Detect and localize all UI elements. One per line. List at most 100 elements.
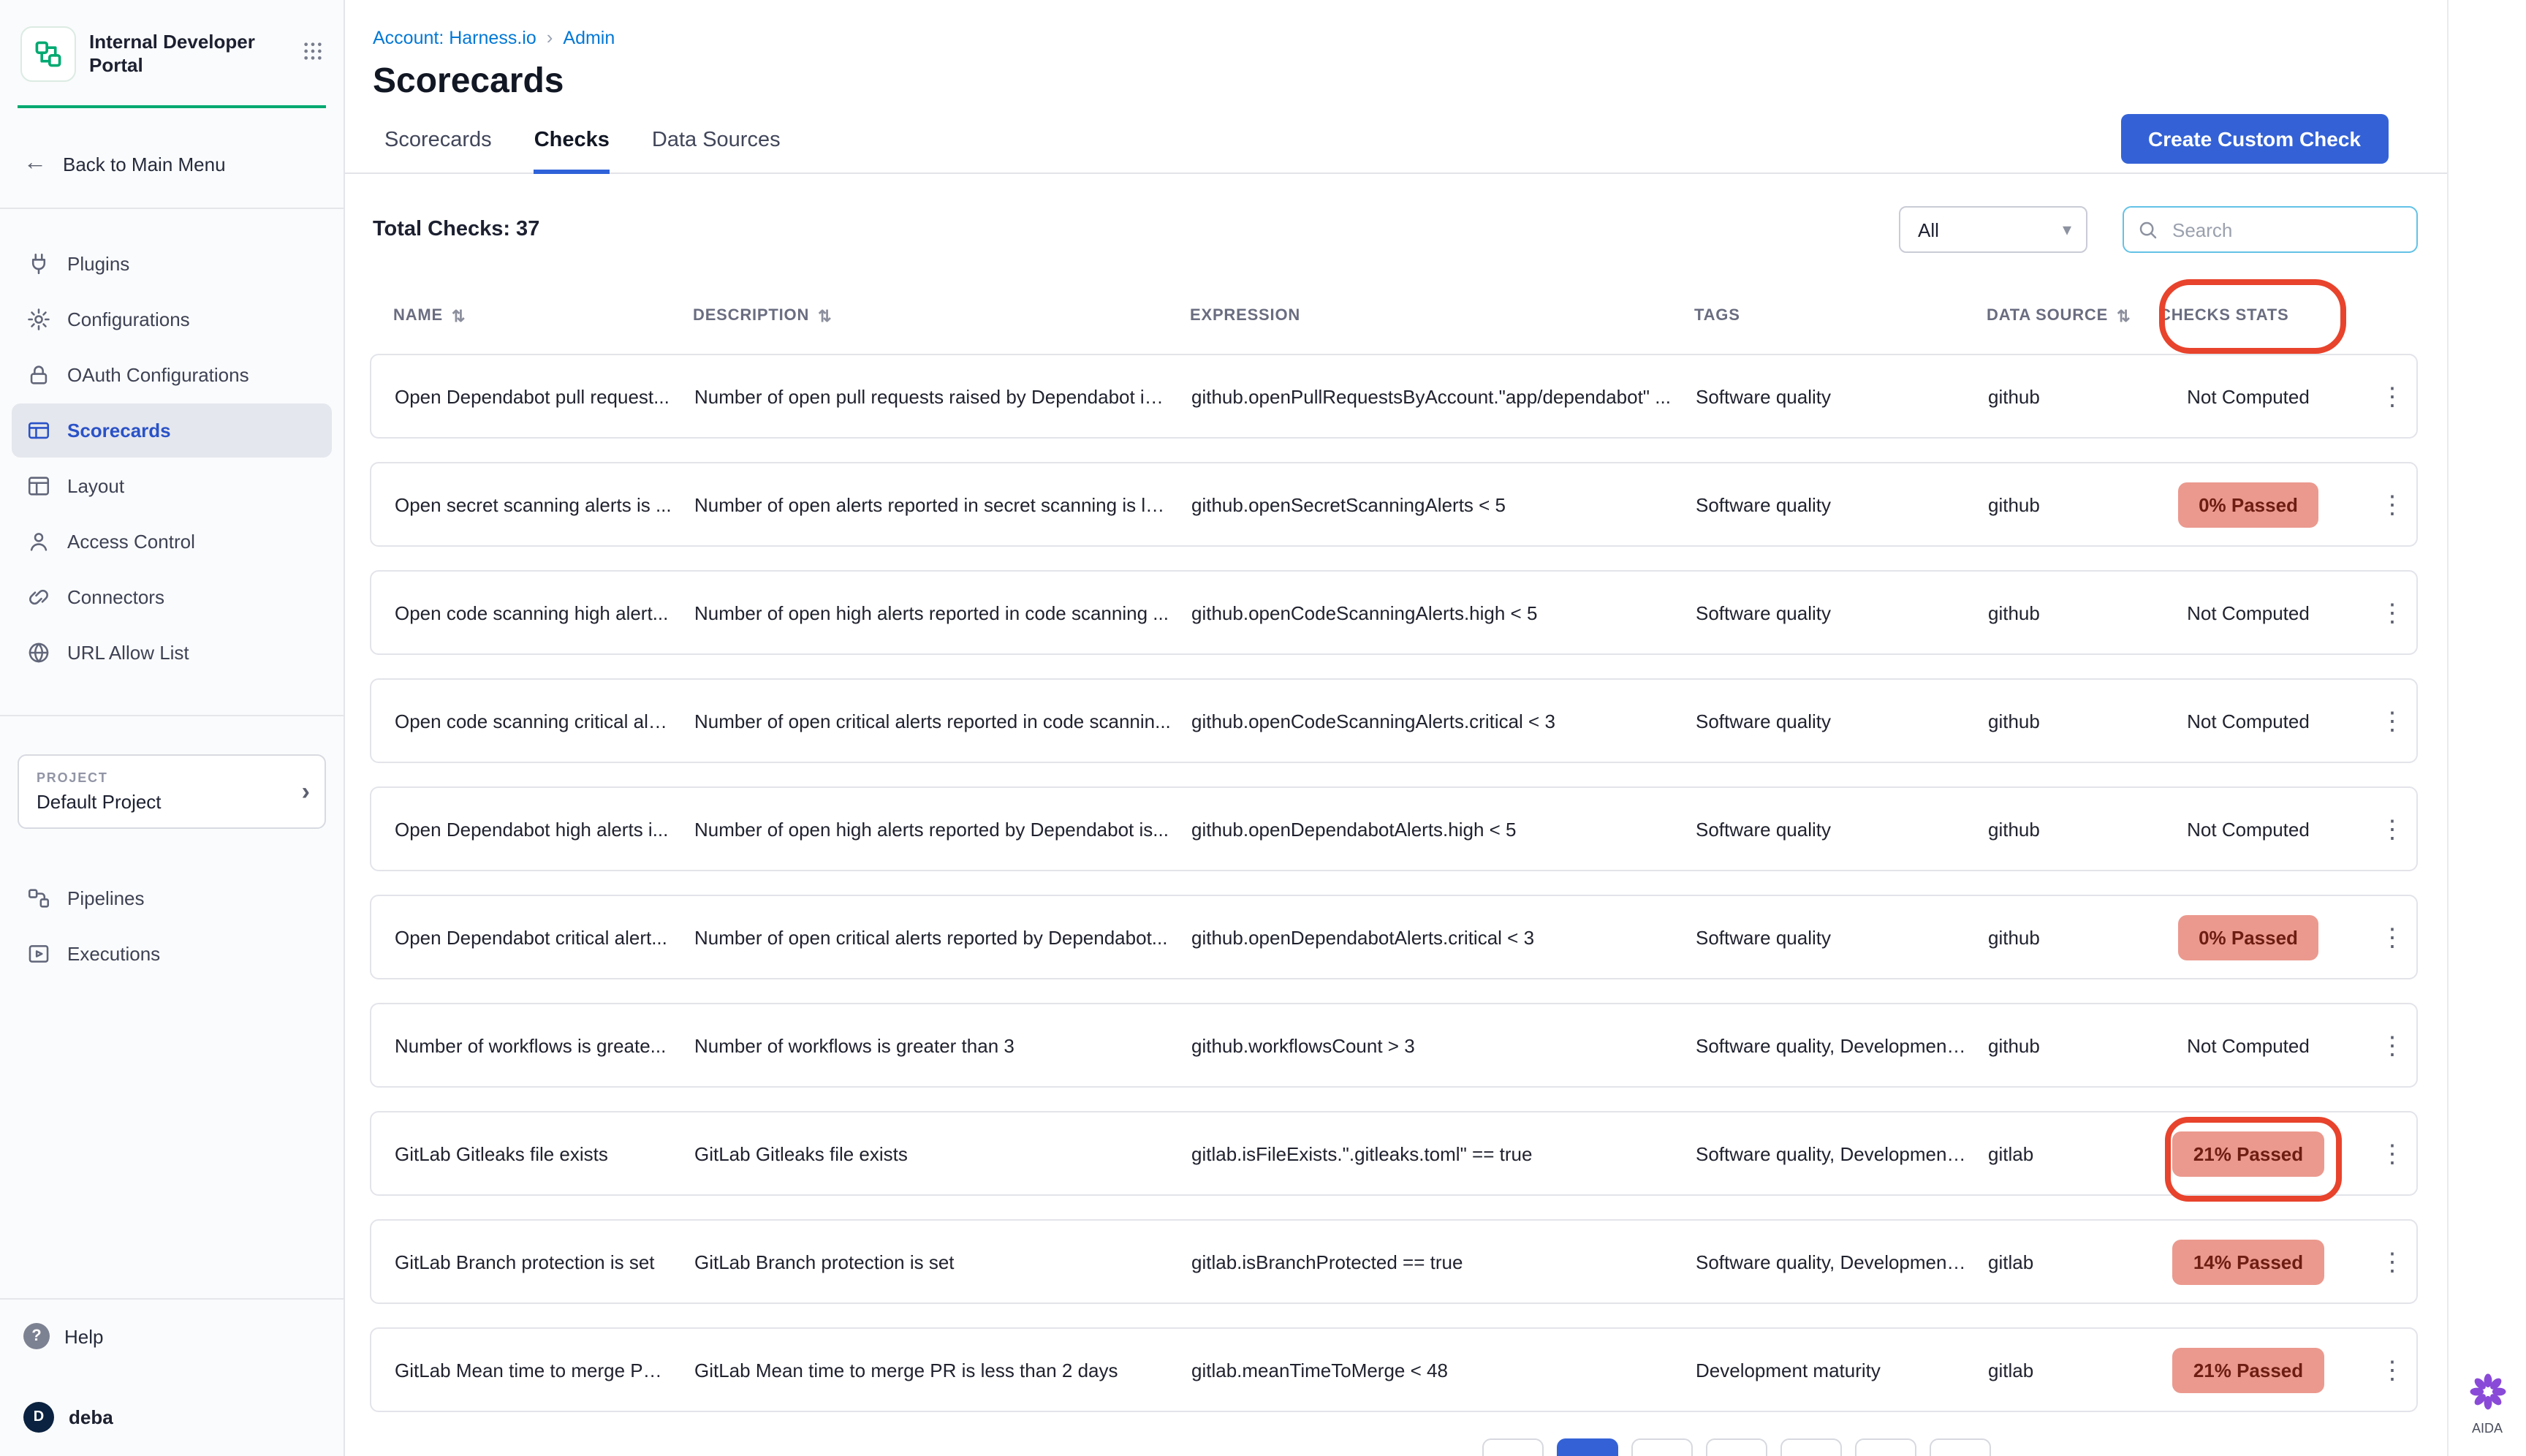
check-description: Number of open critical alerts reported …: [694, 710, 1191, 732]
chevron-down-icon: ▾: [2063, 219, 2071, 240]
table-row: Open Dependabot pull request... Number o…: [370, 354, 2418, 439]
column-header-tags: TAGS: [1694, 307, 1987, 325]
check-tags: Software quality: [1696, 926, 1988, 948]
check-expression: github.openPullRequestsByAccount."app/de…: [1191, 385, 1696, 407]
check-name: GitLab Mean time to merge PR ...: [395, 1359, 694, 1381]
avatar: D: [23, 1401, 54, 1432]
check-tags: Software quality, Development...: [1696, 1142, 1988, 1164]
check-description: Number of open high alerts reported in c…: [694, 602, 1191, 623]
row-menu-icon[interactable]: ⋮: [2380, 600, 2405, 625]
breadcrumb-account-link[interactable]: Account: Harness.io: [373, 27, 536, 48]
apps-grid-icon[interactable]: [303, 40, 323, 68]
scorecard-icon: [26, 418, 51, 443]
project-selector[interactable]: PROJECT Default Project ›: [18, 754, 326, 829]
check-name: Open code scanning high alert...: [395, 602, 694, 623]
aida-flower-icon: [2468, 1392, 2506, 1417]
check-data-source: github: [1988, 1034, 2161, 1056]
aida-assistant-button[interactable]: AIDA: [2468, 1373, 2506, 1436]
help-icon: ?: [23, 1323, 50, 1349]
back-to-main-menu[interactable]: ← Back to Main Menu: [0, 146, 344, 181]
check-expression: gitlab.isFileExists.".gitleaks.toml" == …: [1191, 1142, 1696, 1164]
sidebar-item-label: OAuth Configurations: [67, 364, 249, 386]
pagination: ‹ 1 2 3 4 5 ›: [1482, 1438, 1991, 1456]
row-menu-icon[interactable]: ⋮: [2380, 1357, 2405, 1382]
tabs-bar: Scorecards Checks Data Sources Create Cu…: [345, 117, 2447, 174]
pagination-page-button[interactable]: 5: [1855, 1438, 1916, 1456]
row-menu-icon[interactable]: ⋮: [2380, 492, 2405, 517]
sidebar-item-layout[interactable]: Layout: [12, 459, 332, 513]
app-title: Internal Developer Portal: [89, 31, 262, 78]
sidebar-item-label: Configurations: [67, 308, 190, 330]
check-description: Number of workflows is greater than 3: [694, 1034, 1191, 1056]
check-description: Number of open pull requests raised by D…: [694, 385, 1191, 407]
sidebar-nav: Plugins Configurations OAuth Configurati…: [0, 209, 344, 680]
row-menu-icon[interactable]: ⋮: [2380, 925, 2405, 949]
column-header-name: NAME⇅: [393, 306, 693, 325]
sort-icon[interactable]: ⇅: [452, 306, 466, 325]
search-icon: [2137, 219, 2159, 240]
tab-checks[interactable]: Checks: [534, 129, 610, 174]
sidebar-item-oauth-configurations[interactable]: OAuth Configurations: [12, 348, 332, 402]
pagination-prev-button[interactable]: ‹: [1482, 1438, 1544, 1456]
check-data-source: github: [1988, 710, 2161, 732]
help-label: Help: [64, 1325, 104, 1347]
row-menu-icon[interactable]: ⋮: [2380, 1033, 2405, 1058]
sidebar-footer: ? Help D deba: [0, 1298, 344, 1456]
row-menu-icon[interactable]: ⋮: [2380, 384, 2405, 409]
row-menu-icon[interactable]: ⋮: [2380, 816, 2405, 841]
checks-stats-badge: 0% Passed: [2178, 482, 2318, 527]
tab-data-sources[interactable]: Data Sources: [652, 129, 781, 174]
help-button[interactable]: ? Help: [0, 1308, 344, 1364]
tab-scorecards[interactable]: Scorecards: [384, 129, 492, 174]
play-icon: [26, 941, 51, 966]
sidebar-item-label: Executions: [67, 943, 160, 965]
row-menu-icon[interactable]: ⋮: [2380, 1141, 2405, 1166]
pagination-page-button[interactable]: 1: [1557, 1438, 1618, 1456]
check-description: GitLab Branch protection is set: [694, 1251, 1191, 1273]
column-header-data-source: DATA SOURCE⇅: [1987, 306, 2159, 325]
sidebar-item-configurations[interactable]: Configurations: [12, 292, 332, 346]
check-expression: gitlab.meanTimeToMerge < 48: [1191, 1359, 1696, 1381]
filter-dropdown[interactable]: All ▾: [1899, 206, 2087, 253]
check-tags: Software quality: [1696, 818, 1988, 840]
pagination-page-button[interactable]: 3: [1706, 1438, 1767, 1456]
check-data-source: github: [1988, 818, 2161, 840]
sidebar-item-connectors[interactable]: Connectors: [12, 570, 332, 624]
checks-stats-value: Not Computed: [2187, 710, 2310, 732]
sidebar-item-url-allow-list[interactable]: URL Allow List: [12, 626, 332, 680]
pagination-next-button[interactable]: ›: [1930, 1438, 1991, 1456]
sidebar-item-pipelines[interactable]: Pipelines: [12, 871, 332, 925]
breadcrumb-admin-link[interactable]: Admin: [563, 27, 615, 48]
pipelines-icon: [26, 886, 51, 911]
table-row-gitlab-gitleaks: GitLab Gitleaks file exists GitLab Gitle…: [370, 1111, 2418, 1196]
check-name: Open Dependabot critical alert...: [395, 926, 694, 948]
check-tags: Development maturity: [1696, 1359, 1988, 1381]
check-tags: Software quality: [1696, 710, 1988, 732]
sidebar-item-access-control[interactable]: Access Control: [12, 515, 332, 569]
checks-stats-badge: 21% Passed: [2173, 1131, 2324, 1176]
sidebar-item-label: Connectors: [67, 586, 164, 608]
table-row: Open secret scanning alerts is ... Numbe…: [370, 462, 2418, 547]
sort-icon[interactable]: ⇅: [2117, 306, 2131, 325]
table-row: Number of workflows is greate... Number …: [370, 1003, 2418, 1088]
sidebar-item-scorecards[interactable]: Scorecards: [12, 403, 332, 458]
user-menu[interactable]: D deba: [0, 1387, 344, 1456]
search-input[interactable]: [2169, 217, 2405, 242]
check-data-source: github: [1988, 926, 2161, 948]
checks-stats-value: Not Computed: [2187, 385, 2310, 407]
table-row: GitLab Branch protection is set GitLab B…: [370, 1219, 2418, 1304]
check-name: Number of workflows is greate...: [395, 1034, 694, 1056]
row-menu-icon[interactable]: ⋮: [2380, 708, 2405, 733]
project-eyebrow: PROJECT: [37, 770, 307, 785]
create-custom-check-button[interactable]: Create Custom Check: [2120, 114, 2389, 164]
sidebar-item-label: URL Allow List: [67, 642, 189, 664]
sidebar-secondary-nav: Pipelines Executions: [0, 870, 344, 981]
row-menu-icon[interactable]: ⋮: [2380, 1249, 2405, 1274]
pagination-page-button[interactable]: 2: [1631, 1438, 1693, 1456]
aida-label: AIDA: [2468, 1421, 2506, 1436]
sort-icon[interactable]: ⇅: [818, 306, 832, 325]
check-name: Open Dependabot high alerts i...: [395, 818, 694, 840]
sidebar-item-executions[interactable]: Executions: [12, 927, 332, 981]
pagination-page-button[interactable]: 4: [1780, 1438, 1842, 1456]
sidebar-item-plugins[interactable]: Plugins: [12, 237, 332, 291]
